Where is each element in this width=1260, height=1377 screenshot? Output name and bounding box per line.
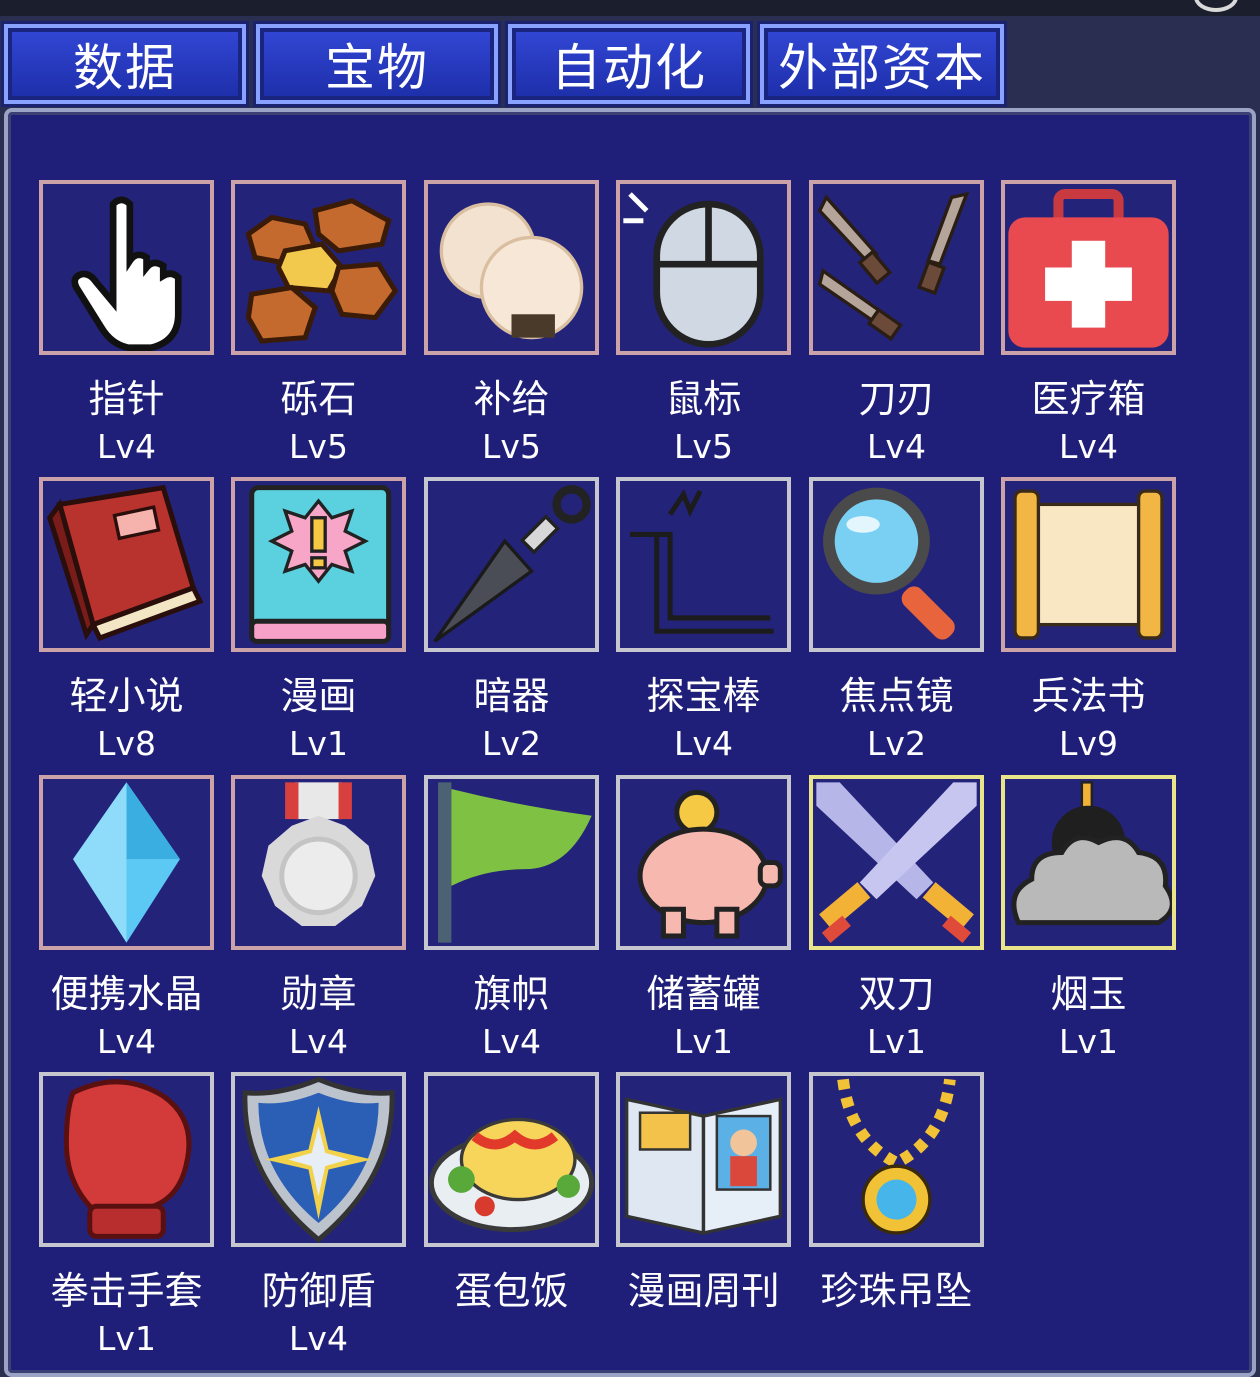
- item-name: 兵法书: [1031, 674, 1146, 718]
- scroll-icon: [1013, 489, 1164, 640]
- comic-weekly-icon: [625, 1097, 782, 1236]
- first-aid-kit-icon: [1008, 189, 1169, 348]
- magnifying-glass-icon: [823, 487, 955, 640]
- item-level: Lv4: [289, 1022, 348, 1061]
- item-level: Lv9: [1059, 724, 1118, 763]
- tab-treasure[interactable]: 宝物: [256, 24, 498, 104]
- item-frame[interactable]: [809, 775, 984, 950]
- item-level: Lv1: [674, 1022, 733, 1061]
- item-level: Lv1: [289, 724, 348, 763]
- item-name: 烟玉: [1050, 972, 1127, 1016]
- crystal-icon: [73, 782, 180, 943]
- dowsing-rod-icon: [630, 489, 774, 634]
- item-level: Lv1: [1059, 1022, 1118, 1061]
- item-frame[interactable]: [1001, 477, 1176, 652]
- item-frame[interactable]: [616, 477, 791, 652]
- item-frame[interactable]: [231, 180, 406, 355]
- gravel-icon: [245, 198, 399, 344]
- item-level: Lv4: [674, 724, 733, 763]
- item-level: Lv4: [867, 427, 926, 466]
- item-frame[interactable]: [809, 1072, 984, 1247]
- item-frame[interactable]: [616, 180, 791, 355]
- item-frame[interactable]: [424, 775, 599, 950]
- item-frame[interactable]: [231, 1072, 406, 1247]
- tab-automation[interactable]: 自动化: [508, 24, 750, 104]
- item-frame[interactable]: [231, 477, 406, 652]
- item-level: Lv1: [97, 1319, 156, 1358]
- top-bar: [0, 0, 1260, 16]
- treasure-panel: 指针 Lv4 砾石 Lv5 补给 Lv5 鼠标 Lv5 刀刃 Lv4 医疗箱 L…: [4, 108, 1256, 1377]
- kunai-icon: [433, 485, 591, 643]
- light-novel-book-icon: [46, 484, 204, 642]
- item-level: Lv4: [1059, 427, 1118, 466]
- knives-icon: [817, 191, 970, 342]
- item-frame[interactable]: [809, 477, 984, 652]
- smoke-bomb-icon: [1011, 781, 1172, 926]
- boxing-glove-icon: [63, 1079, 192, 1239]
- item-frame[interactable]: [39, 775, 214, 950]
- pearl-pendant-icon: [837, 1078, 956, 1235]
- comic-book-icon: [249, 485, 392, 644]
- item-level: Lv1: [867, 1022, 926, 1061]
- item-frame[interactable]: [424, 180, 599, 355]
- flag-icon: [438, 782, 592, 943]
- medal-icon: [261, 782, 376, 926]
- tab-external-capital[interactable]: 外部资本: [760, 24, 1004, 104]
- item-frame[interactable]: [1001, 180, 1176, 355]
- item-frame[interactable]: [809, 180, 984, 355]
- item-level: Lv5: [674, 427, 733, 466]
- item-name: 医疗箱: [1031, 377, 1146, 421]
- crossed-swords-icon: [816, 782, 977, 944]
- item-frame[interactable]: [1001, 775, 1176, 950]
- item-level: Lv8: [97, 724, 156, 763]
- piggy-bank-icon: [637, 789, 783, 939]
- item-level: Lv5: [289, 427, 348, 466]
- item-name: 珍珠吊坠: [820, 1269, 973, 1313]
- rice-ball-icon: [439, 202, 584, 340]
- item-frame[interactable]: [231, 775, 406, 950]
- item-frame[interactable]: [424, 477, 599, 652]
- tab-bar: 数据 宝物 自动化 外部资本: [0, 18, 1260, 106]
- mouse-icon: [623, 192, 764, 348]
- tab-data[interactable]: 数据: [4, 24, 246, 104]
- item-level: Lv4: [97, 427, 156, 466]
- item-frame[interactable]: [39, 1072, 214, 1247]
- shield-icon: [242, 1076, 395, 1243]
- pointer-hand-icon: [71, 196, 182, 351]
- item-level: Lv4: [97, 1022, 156, 1061]
- item-frame[interactable]: [39, 180, 214, 355]
- item-level: Lv4: [482, 1022, 541, 1061]
- item-frame[interactable]: [616, 1072, 791, 1247]
- item-level: Lv5: [482, 427, 541, 466]
- gear-icon[interactable]: [1194, 0, 1238, 12]
- omelette-rice-icon: [428, 1117, 595, 1233]
- item-level: Lv2: [482, 724, 541, 763]
- item-level: Lv4: [289, 1319, 348, 1358]
- item-level: Lv2: [867, 724, 926, 763]
- item-frame[interactable]: [424, 1072, 599, 1247]
- item-frame[interactable]: [39, 477, 214, 652]
- item-frame[interactable]: [616, 775, 791, 950]
